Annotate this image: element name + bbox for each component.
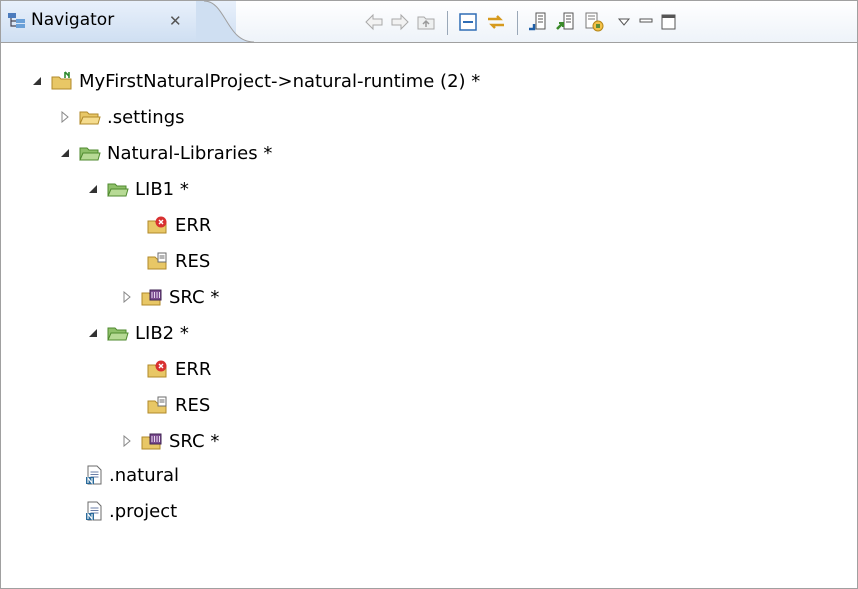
navigator-icon — [7, 12, 27, 30]
forward-icon — [391, 13, 409, 31]
tree-node-label: ERR — [175, 358, 212, 380]
link-with-editor-icon — [488, 15, 504, 29]
view-menu-icon — [617, 18, 631, 26]
tree-node-project[interactable]: MyFirstNaturalProject->natural-runtime (… — [29, 63, 480, 99]
forward-button[interactable] — [387, 9, 413, 35]
upload-icon — [556, 12, 574, 30]
collapse-all-icon — [459, 13, 477, 31]
tree-node-label: SRC * — [169, 430, 220, 452]
expanded-arrow-icon[interactable] — [85, 325, 101, 341]
back-icon — [365, 13, 383, 31]
tree-node-project-file[interactable]: .project — [85, 493, 177, 529]
tree-node-lib2-src[interactable]: SRC * — [119, 423, 219, 459]
expanded-arrow-icon[interactable] — [57, 145, 73, 161]
tree-node-label: Natural-Libraries * — [107, 142, 273, 164]
synchronize-icon — [585, 12, 604, 32]
up-icon — [417, 16, 435, 30]
resource-folder-icon — [147, 395, 169, 415]
tree-node-label: MyFirstNaturalProject->natural-runtime (… — [79, 70, 481, 92]
tree-node-label: .natural — [109, 464, 180, 486]
natural-file-icon — [85, 501, 103, 521]
view-tab-bar: Navigator ✕ — [1, 1, 857, 43]
tab-curve — [196, 1, 255, 43]
tree-node-lib1-res[interactable]: RES — [147, 243, 210, 279]
navigator-tree[interactable]: MyFirstNaturalProject->natural-runtime (… — [1, 43, 857, 588]
minimize-icon — [639, 18, 653, 23]
expanded-arrow-icon[interactable] — [29, 73, 45, 89]
collapsed-arrow-icon[interactable] — [119, 433, 135, 449]
synchronize-button[interactable] — [581, 9, 607, 35]
tree-node-lib2-res[interactable]: RES — [147, 387, 210, 423]
tree-node-label: .project — [109, 500, 178, 522]
tree-node-label: RES — [175, 250, 211, 272]
collapsed-arrow-icon[interactable] — [119, 289, 135, 305]
error-folder-icon — [147, 215, 169, 235]
close-icon[interactable]: ✕ — [169, 12, 182, 30]
library-folder-icon — [107, 179, 129, 199]
source-folder-icon — [141, 287, 163, 307]
expanded-arrow-icon[interactable] — [85, 181, 101, 197]
tree-node-lib1-src[interactable]: SRC * — [119, 279, 219, 315]
tree-node-lib1-err[interactable]: ERR — [147, 207, 211, 243]
maximize-button[interactable] — [655, 9, 681, 35]
error-folder-icon — [147, 359, 169, 379]
toolbar-separator — [447, 11, 448, 35]
navigator-view: Navigator ✕ MyFirstNaturalProject->natur… — [0, 0, 858, 589]
tab-navigator-label: Navigator — [31, 10, 115, 30]
toolbar-separator — [517, 11, 518, 35]
tree-node-lib2[interactable]: LIB2 * — [85, 315, 189, 351]
collapse-all-button[interactable] — [455, 9, 481, 35]
tree-node-lib1[interactable]: LIB1 * — [85, 171, 189, 207]
natural-file-icon — [85, 465, 103, 485]
tree-node-label: .settings — [107, 106, 185, 128]
tree-node-natural-libraries[interactable]: Natural-Libraries * — [57, 135, 272, 171]
tree-node-natural-file[interactable]: .natural — [85, 457, 179, 493]
tree-node-label: RES — [175, 394, 211, 416]
back-button[interactable] — [361, 9, 387, 35]
collapsed-arrow-icon[interactable] — [57, 109, 73, 125]
project-folder-icon — [51, 71, 73, 91]
upload-button[interactable] — [553, 9, 579, 35]
maximize-icon — [661, 14, 676, 30]
tree-node-label: ERR — [175, 214, 212, 236]
library-folder-icon — [107, 323, 129, 343]
folder-icon — [79, 107, 101, 127]
tree-node-label: LIB1 * — [135, 178, 189, 200]
tree-node-label: LIB2 * — [135, 322, 189, 344]
resource-folder-icon — [147, 251, 169, 271]
tree-node-lib2-err[interactable]: ERR — [147, 351, 211, 387]
up-button[interactable] — [413, 9, 439, 35]
library-folder-icon — [79, 143, 101, 163]
link-with-editor-button[interactable] — [483, 9, 509, 35]
tree-node-label: SRC * — [169, 286, 220, 308]
source-folder-icon — [141, 431, 163, 451]
tree-node-settings[interactable]: .settings — [57, 99, 185, 135]
download-icon — [529, 12, 546, 31]
download-button[interactable] — [525, 9, 551, 35]
